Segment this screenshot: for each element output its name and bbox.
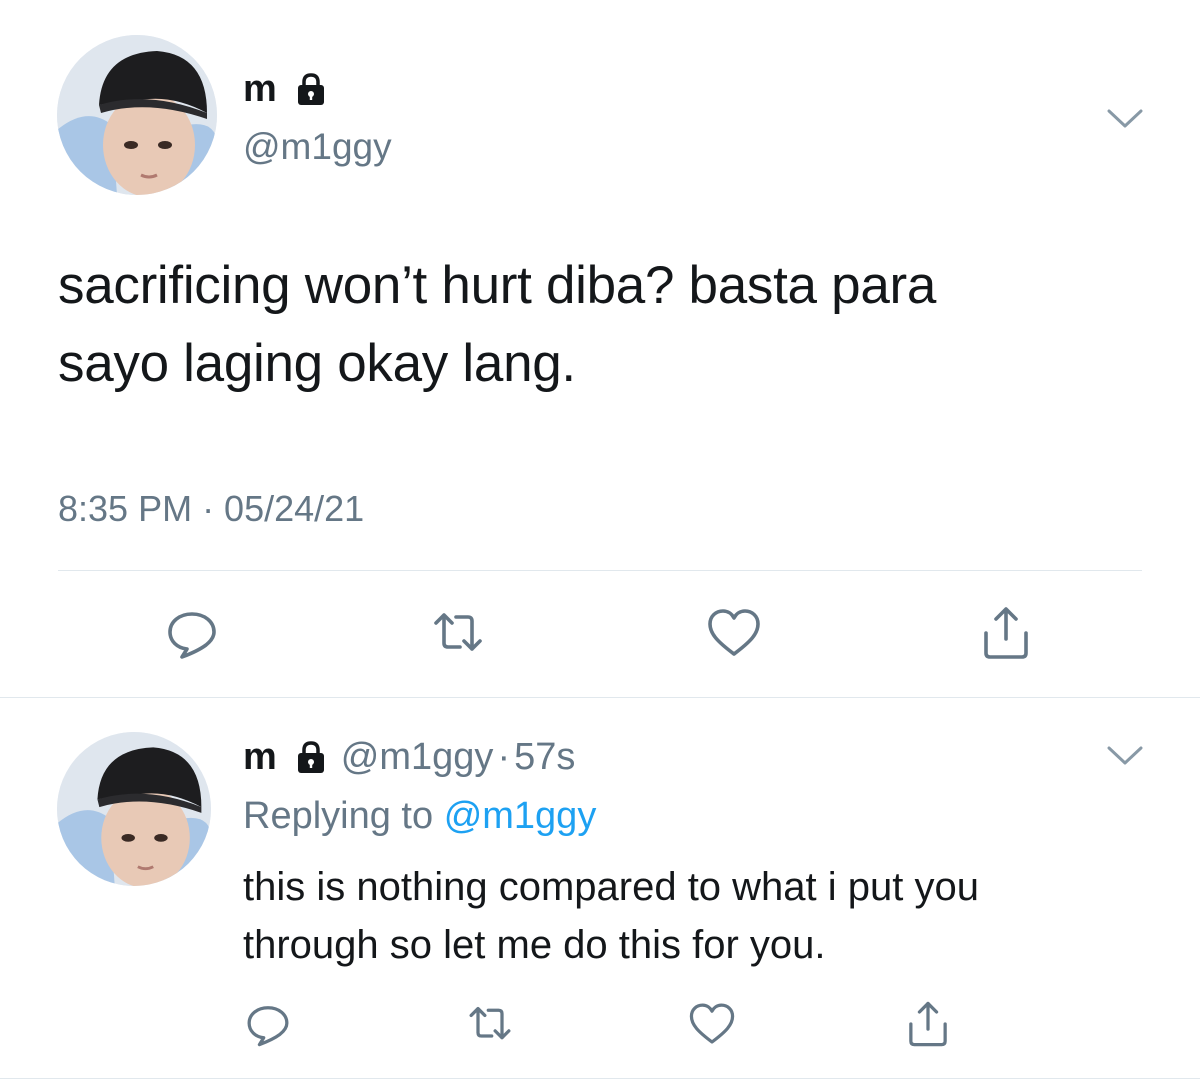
comment-icon[interactable] [244, 1000, 292, 1048]
author-display-name[interactable]: m [243, 738, 277, 776]
tweet-text-line: sacrificing won’t hurt diba? basta para [58, 256, 937, 315]
divider [58, 570, 1142, 571]
author-handle[interactable]: @m1ggy [243, 128, 392, 165]
tweet-text-line: sayo laging okay lang. [58, 334, 576, 393]
comment-icon[interactable] [164, 605, 220, 661]
heart-icon[interactable] [706, 605, 762, 661]
separator-dot: · [497, 736, 511, 778]
author-display-name[interactable]: m [243, 70, 277, 108]
author-name-row: m [243, 64, 327, 114]
author-handle[interactable]: @m1ggy [341, 738, 494, 776]
reply-text-line: through so let me do this for you. [243, 923, 826, 967]
replying-mention-link[interactable]: @m1ggy [444, 795, 597, 837]
heart-icon[interactable] [688, 1000, 736, 1048]
tweet-timestamp[interactable]: 8:35 PM · 05/24/21 [58, 491, 364, 527]
tweet-text: sacrificing won’t hurt diba? basta para … [58, 247, 1148, 403]
reply-timestamp[interactable]: 57s [514, 738, 575, 776]
share-icon[interactable] [904, 1000, 952, 1048]
replying-to-line: Replying to @m1ggy [243, 797, 596, 835]
retweet-icon[interactable] [466, 1000, 514, 1048]
lock-icon [295, 72, 327, 106]
lock-icon [295, 740, 327, 774]
divider [0, 1078, 1200, 1079]
reply-text-line: this is nothing compared to what i put y… [243, 865, 979, 909]
chevron-down-icon[interactable] [1105, 740, 1145, 770]
chevron-down-icon[interactable] [1105, 103, 1145, 133]
replying-prefix: Replying to [243, 795, 434, 837]
avatar[interactable] [57, 35, 217, 195]
avatar[interactable] [57, 732, 211, 886]
share-icon[interactable] [978, 605, 1034, 661]
reply-header: m @m1ggy · 57s [243, 734, 575, 780]
retweet-icon[interactable] [430, 605, 486, 661]
reply-text: this is nothing compared to what i put y… [243, 858, 1163, 974]
divider [0, 697, 1200, 698]
